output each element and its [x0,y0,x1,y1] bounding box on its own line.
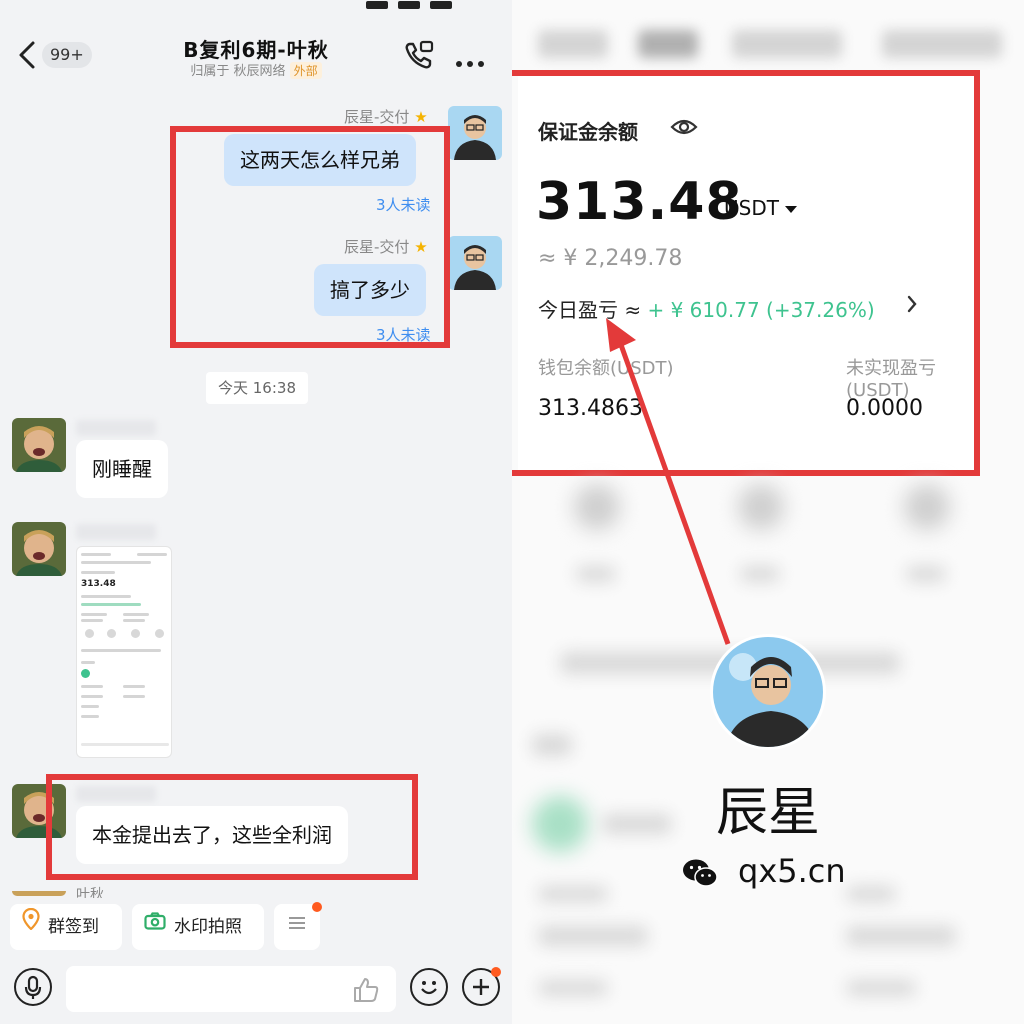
avatar[interactable] [12,418,66,472]
time-divider: 今天 16:38 [206,372,308,404]
group-owner-text: 归属于 秋辰网络 [190,64,286,79]
blurred-text [532,734,572,756]
quick-action-menu-button[interactable] [274,902,322,950]
brand-name: 辰星 [0,770,1024,845]
brand-name-text: 辰星 [715,783,820,843]
sender-name: 辰星-交付 ★ [344,106,428,127]
brand-site-text: qx5.cn [738,852,846,890]
blurred-sender-name [76,524,156,540]
emoji-button[interactable] [410,968,448,1006]
blurred-tab[interactable] [638,30,698,58]
camera-icon [144,902,166,948]
blurred-text [846,980,916,996]
status-icons [366,0,466,9]
blurred-text [538,886,608,902]
blurred-text [538,980,608,996]
notification-dot [312,902,322,912]
avatar[interactable] [448,236,502,290]
blurred-text [576,566,616,582]
wechat-icon [683,859,718,887]
quick-action-label: 群签到 [48,917,99,937]
sender-name-text: 辰星-交付 [344,108,410,126]
star-badge-icon: ★ [414,108,428,126]
quick-action-watermark-camera[interactable]: 水印拍照 [132,904,264,950]
brand-avatar [710,634,826,750]
avatar[interactable] [12,522,66,576]
chat-header: 99+ B复利6期-叶秋 归属于 秋辰网络 外部 [0,20,512,88]
next-sender-name: 叶秋 [76,887,104,898]
thumb-balance: 313.48 [81,579,116,589]
user-avatar-icon [12,891,66,896]
quick-action-group-checkin[interactable]: 群签到 [10,904,122,950]
thumbs-up-icon[interactable] [352,976,380,1004]
blurred-action-icon[interactable] [738,484,784,530]
chat-input-bar [0,960,512,1024]
highlight-box [170,126,450,348]
blurred-tab[interactable] [882,30,1002,58]
message-input[interactable] [66,966,396,1012]
blurred-text [740,566,780,582]
microphone-icon [24,975,42,999]
more-options-button[interactable] [456,52,490,67]
blurred-text [906,566,946,582]
blurred-sender-name [76,420,156,436]
chat-panel: 99+ B复利6期-叶秋 归属于 秋辰网络 外部 辰星-交付 ★ 这两天怎么样兄弟… [0,0,512,1024]
menu-lines-icon [288,902,306,948]
quick-action-label: 水印拍照 [174,917,242,937]
message-bubble-incoming[interactable]: 刚睡醒 [76,440,168,498]
blurred-text [846,926,956,946]
screenshot-image-message[interactable]: 313.48 [76,546,172,758]
blurred-tab[interactable] [538,30,608,58]
avatar[interactable] [12,886,66,896]
location-pin-icon [22,902,40,948]
user-avatar-icon [448,106,502,160]
external-tag: 外部 [289,62,322,79]
user-avatar-icon [448,236,502,290]
avatar[interactable] [448,106,502,160]
blurred-text [846,886,896,902]
notification-dot [491,967,501,977]
phone-video-icon [405,40,434,69]
blurred-action-icon[interactable] [574,484,620,530]
blurred-tab[interactable] [732,30,842,58]
highlight-box [512,70,980,476]
user-avatar-icon [12,522,66,576]
blurred-action-icon[interactable] [904,484,950,530]
user-avatar-icon [12,418,66,472]
call-button[interactable] [402,38,436,72]
blurred-text [538,926,648,946]
smile-icon [421,981,437,995]
voice-button[interactable] [14,968,52,1006]
plus-button[interactable] [462,967,501,1006]
